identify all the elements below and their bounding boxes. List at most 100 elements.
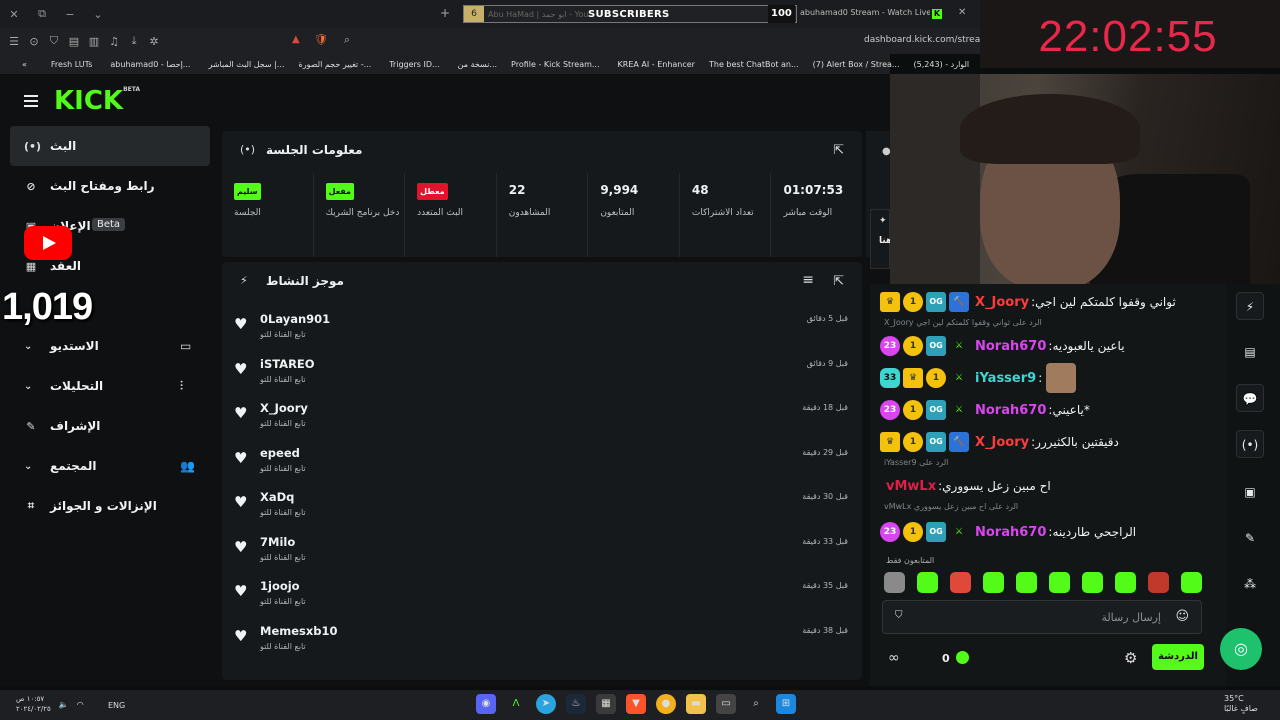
media-icon[interactable]: ▣ bbox=[1236, 478, 1264, 506]
emote[interactable] bbox=[917, 572, 938, 593]
chat-username[interactable]: X_Joory bbox=[975, 295, 1029, 310]
emote[interactable] bbox=[983, 572, 1004, 593]
tab-actions-icon[interactable]: ⧉ bbox=[28, 7, 56, 21]
chat-username[interactable]: X_Joory bbox=[975, 435, 1029, 450]
youtube-tab[interactable]: 6 Abu HaMad | ابو حمد - YouTube SUBSCRIB… bbox=[463, 5, 797, 23]
window-icon[interactable]: ▭ bbox=[716, 694, 736, 714]
sidebar-item-analytics[interactable]: ⌄ التحليلات ⫶ bbox=[10, 366, 210, 406]
bookmark-item[interactable]: Profile - Kick Stream... bbox=[511, 60, 599, 69]
close-tab-icon[interactable]: ✕ bbox=[958, 7, 966, 18]
chat-send-button[interactable]: الدردشة bbox=[1152, 644, 1204, 670]
store-icon[interactable]: ▦ bbox=[596, 694, 616, 714]
chat-bubble-icon[interactable]: 💬 bbox=[1236, 384, 1264, 412]
chat-username[interactable]: iYasser9 bbox=[975, 371, 1036, 386]
follower-name[interactable]: XaDq bbox=[260, 490, 294, 504]
chat-username[interactable]: Norah670 bbox=[975, 339, 1046, 354]
bookmark-item[interactable]: Triggers ID... bbox=[389, 60, 439, 69]
bookmark-item[interactable]: سجل البث المباشر |... bbox=[208, 60, 284, 69]
chevron-down-icon[interactable]: ⌄ bbox=[84, 8, 112, 21]
new-tab-icon[interactable]: + bbox=[440, 6, 450, 20]
app-icon[interactable]: Λ bbox=[506, 694, 526, 714]
warning-icon[interactable]: ▲ bbox=[292, 34, 300, 45]
extensions-icon[interactable]: ✲ bbox=[144, 35, 164, 48]
chat-message-input[interactable]: ⛉ إرسال رسالة ☺ bbox=[882, 600, 1202, 634]
bookmark-item[interactable]: Fresh LUTs bbox=[51, 60, 92, 69]
minimize-icon[interactable]: − bbox=[56, 8, 84, 21]
bookmark-item[interactable]: الوارد - (5,243) bbox=[914, 60, 970, 69]
bookmark-item[interactable]: نسخة من... bbox=[458, 60, 497, 69]
sidebar-item-stream-key[interactable]: ⊘ رابط ومفتاح البث bbox=[10, 166, 210, 206]
bookmark-item[interactable]: KREA AI - Enhancer bbox=[618, 60, 695, 69]
notes-icon[interactable]: ▤ bbox=[1236, 338, 1264, 366]
emote[interactable] bbox=[950, 572, 971, 593]
sidebar-item-drops[interactable]: ⌗ الإنزالات و الجوائز bbox=[10, 486, 210, 526]
bookmark-item[interactable]: (7) Alert Box / Strea... bbox=[813, 60, 900, 69]
emote[interactable] bbox=[1016, 572, 1037, 593]
image-icon[interactable]: ▤ bbox=[64, 35, 84, 48]
follower-name[interactable]: X_Joory bbox=[260, 401, 308, 415]
search-icon[interactable]: ⌕ bbox=[344, 33, 350, 47]
follower-name[interactable]: 0Layan901 bbox=[260, 312, 330, 326]
chat-username[interactable]: Norah670 bbox=[975, 403, 1046, 418]
follower-name[interactable]: 1joojo bbox=[260, 579, 300, 593]
clock-time[interactable]: ١٠:٥٧ ص ٢٠٢٤/٠٢/٢٥ bbox=[16, 694, 51, 714]
expand-icon[interactable]: ⇱ bbox=[833, 274, 844, 289]
bookmarks-arrow-icon[interactable]: « bbox=[22, 60, 27, 69]
hamburger-menu-icon[interactable] bbox=[24, 95, 38, 110]
shield-icon[interactable]: ⛉ bbox=[44, 34, 64, 48]
steam-icon[interactable]: ♨ bbox=[566, 694, 586, 714]
follower-name[interactable]: Memesxb10 bbox=[260, 624, 338, 638]
emote[interactable] bbox=[884, 572, 905, 593]
chat-username[interactable]: Norah670 bbox=[975, 525, 1046, 540]
broadcast-icon[interactable]: (•) bbox=[1236, 430, 1264, 458]
lightning-icon[interactable]: ⚡ bbox=[1236, 292, 1264, 320]
chat-username[interactable]: vMwLx bbox=[886, 479, 936, 494]
sidebar-item-moderation[interactable]: ✎ الإشراف bbox=[10, 406, 210, 446]
filter-icon[interactable]: ≡ bbox=[802, 272, 814, 288]
telegram-icon[interactable]: ➤ bbox=[536, 694, 556, 714]
expand-icon[interactable]: ⇱ bbox=[833, 143, 844, 158]
follower-name[interactable]: iSTAREO bbox=[260, 357, 315, 371]
sidebar-item-studio[interactable]: ⌄ الاستديو ▭ bbox=[10, 326, 210, 366]
language-indicator[interactable]: ENG bbox=[108, 701, 125, 710]
menu-icon[interactable]: ☰ bbox=[4, 35, 24, 48]
emote[interactable] bbox=[1181, 572, 1202, 593]
discord-icon[interactable]: ◉ bbox=[476, 694, 496, 714]
kick-logo[interactable]: KICKBETA bbox=[54, 86, 140, 116]
address-bar[interactable]: dashboard.kick.com/stream bbox=[864, 35, 989, 45]
download-icon[interactable]: ⤓ bbox=[124, 34, 144, 48]
kick-tab-title[interactable]: abuhamad0 Stream - Watch Live on bbox=[800, 8, 930, 17]
sidebar-icon[interactable]: ▥ bbox=[84, 35, 104, 48]
emote[interactable] bbox=[1115, 572, 1136, 593]
wrench-icon[interactable]: ✎ bbox=[1236, 524, 1264, 552]
pinned-panel-tab[interactable]: ✦ هنا bbox=[870, 209, 892, 269]
windows-start-icon[interactable]: ⊞ bbox=[776, 694, 796, 714]
volume-icon[interactable]: 🔈 bbox=[59, 700, 69, 709]
brave-shield-icon[interactable]: 🛡 bbox=[314, 33, 328, 46]
emoji-icon[interactable]: ☺ bbox=[1175, 609, 1189, 624]
brave-icon[interactable]: ▼ bbox=[626, 694, 646, 714]
location-icon[interactable]: ⊙ bbox=[24, 35, 44, 48]
bookmark-item[interactable]: abuhamad0 - إحصا... bbox=[110, 60, 190, 69]
emote[interactable] bbox=[1148, 572, 1169, 593]
weather-widget[interactable]: 35°C صافٍ غالبًا bbox=[1224, 694, 1258, 714]
community-icon[interactable]: ⁂ bbox=[1236, 570, 1264, 598]
chat-image-attachment[interactable] bbox=[1046, 363, 1077, 393]
search-icon[interactable]: ⌕ bbox=[746, 694, 766, 714]
kicks-icon[interactable]: ∞ bbox=[888, 650, 900, 666]
gear-icon[interactable]: ⚙ bbox=[1124, 649, 1137, 667]
shield-icon[interactable]: ⛉ bbox=[895, 610, 903, 621]
bookmark-item[interactable]: تغيير حجم الصورة -... bbox=[299, 60, 372, 69]
follower-name[interactable]: 7Milo bbox=[260, 535, 295, 549]
music-icon[interactable]: ♫ bbox=[104, 35, 124, 48]
bookmark-item[interactable]: The best ChatBot an... bbox=[709, 60, 799, 69]
chrome-icon[interactable]: ● bbox=[656, 694, 676, 714]
follower-name[interactable]: epeed bbox=[260, 446, 300, 460]
sidebar-item-stream[interactable]: (•) البث bbox=[10, 126, 210, 166]
wifi-icon[interactable]: ◠ bbox=[77, 700, 84, 709]
emote[interactable] bbox=[1082, 572, 1103, 593]
close-window-icon[interactable]: ✕ bbox=[0, 8, 28, 21]
emote[interactable] bbox=[1049, 572, 1070, 593]
support-chat-button[interactable]: ◎ bbox=[1220, 628, 1262, 670]
sidebar-item-community[interactable]: ⌄ المجتمع 👥 bbox=[10, 446, 210, 486]
